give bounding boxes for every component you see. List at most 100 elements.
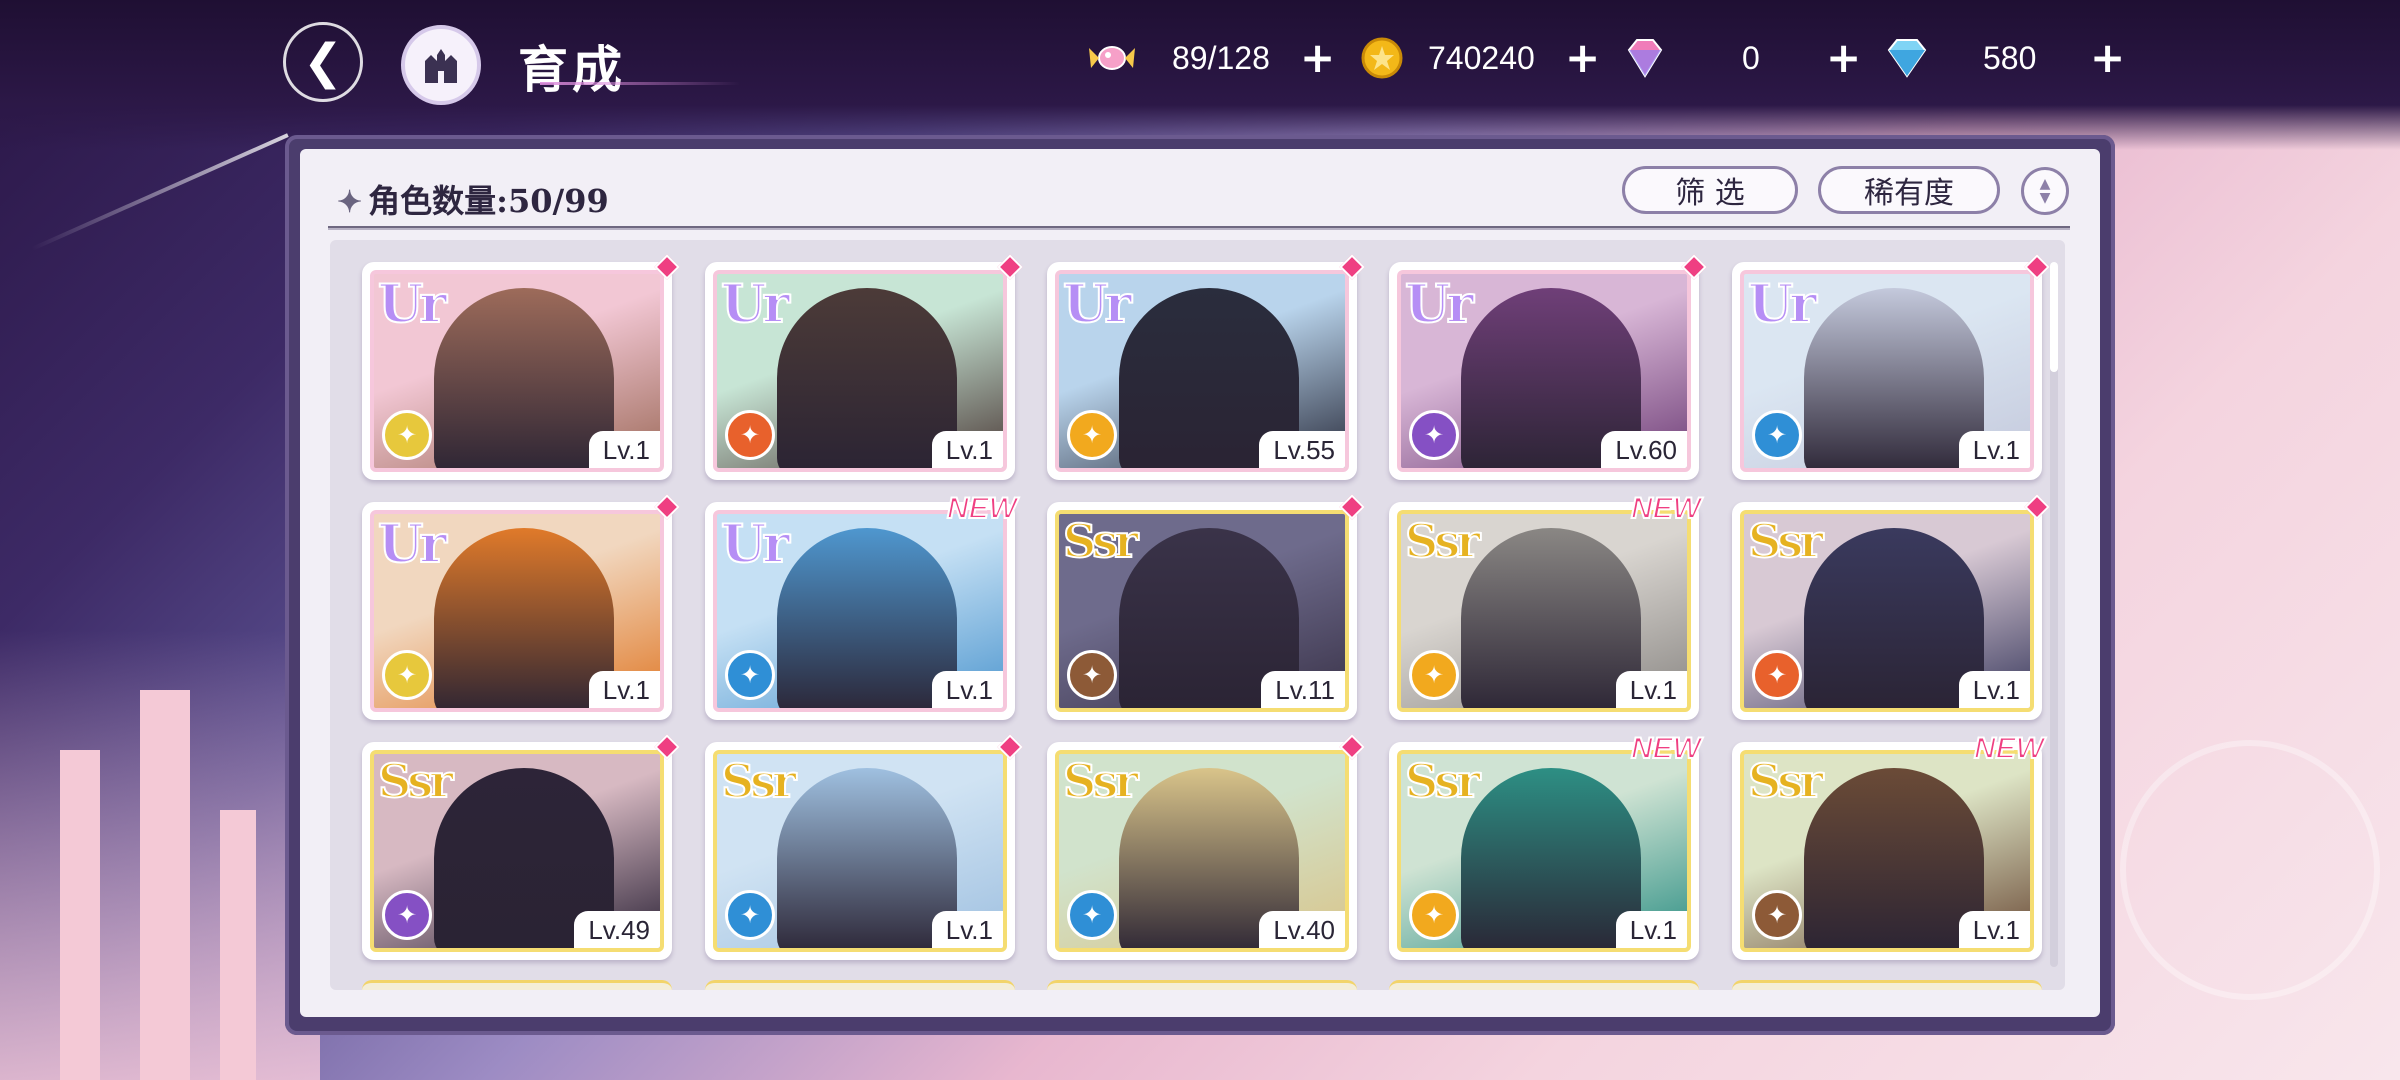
back-button[interactable]: ❮ <box>283 22 363 102</box>
add-pink-gem-button[interactable]: + <box>1826 30 1861 86</box>
level-label: Lv.1 <box>931 671 1003 708</box>
character-portrait <box>434 288 614 468</box>
sparkle-icon: ✦ <box>337 185 363 220</box>
class-icon: ✦ <box>725 410 775 460</box>
add-diamond-button[interactable]: + <box>2090 30 2125 86</box>
character-card[interactable]: Ssr ✦ Lv.1 NEW <box>1389 731 1702 960</box>
sort-down-icon: ▼ <box>2039 190 2051 206</box>
character-card[interactable]: Ssr ✦ Lv.40 <box>1047 734 1365 960</box>
class-icon: ✦ <box>1409 650 1459 700</box>
character-card[interactable]: Ssr ✦ Lv.11 <box>1047 494 1365 720</box>
class-icon: ✦ <box>725 890 775 940</box>
rarity-badge: Ur <box>377 274 448 336</box>
character-art: Ur ✦ Lv.1 <box>1740 270 2034 472</box>
character-portrait <box>1461 768 1641 948</box>
next-row-card[interactable] <box>705 980 1015 990</box>
class-icon: ✦ <box>382 890 432 940</box>
character-card[interactable]: Ur ✦ Lv.1 NEW <box>705 491 1018 720</box>
level-label: Lv.1 <box>588 431 660 468</box>
new-badge: NEW <box>1630 491 1702 526</box>
level-label: Lv.49 <box>574 911 660 948</box>
level-label: Lv.1 <box>588 671 660 708</box>
rarity-badge: Ur <box>720 274 791 336</box>
character-art: Ssr ✦ Lv.1 <box>1397 510 1691 712</box>
rarity-badge: Ur <box>1747 274 1818 336</box>
gold-count: 740240 <box>1428 39 1535 76</box>
filter-button[interactable]: 筛 选 <box>1622 166 1798 214</box>
next-row-card[interactable] <box>1047 980 1357 990</box>
add-gold-button[interactable]: + <box>1565 30 1600 86</box>
rarity-badge: Ur <box>1404 274 1475 336</box>
character-art: Ur ✦ Lv.60 <box>1397 270 1691 472</box>
level-label: Lv.1 <box>1615 671 1687 708</box>
new-badge: NEW <box>1630 731 1702 766</box>
character-card[interactable]: Ur ✦ Lv.60 <box>1389 254 1707 480</box>
new-badge: NEW <box>1973 731 2045 766</box>
character-card[interactable]: Ur ✦ Lv.1 <box>1732 254 2050 480</box>
level-label: Lv.1 <box>931 431 1003 468</box>
rarity-badge: Ssr <box>1404 754 1481 809</box>
class-icon: ✦ <box>1067 650 1117 700</box>
ferris-wheel-background <box>2120 740 2380 1000</box>
character-card[interactable]: Ur ✦ Lv.1 <box>362 494 680 720</box>
character-art: Ssr ✦ Lv.1 <box>1740 510 2034 712</box>
level-label: Lv.1 <box>1615 911 1687 948</box>
character-portrait <box>1804 768 1984 948</box>
rarity-badge: Ur <box>1062 274 1133 336</box>
character-art: Ssr ✦ Lv.1 <box>1397 750 1691 952</box>
candy-count: 89/128 <box>1172 39 1270 76</box>
level-label: Lv.60 <box>1601 431 1687 468</box>
rarity-badge: Ssr <box>377 754 454 809</box>
level-label: Lv.1 <box>1958 911 2030 948</box>
next-row-card[interactable] <box>1732 980 2042 990</box>
level-label: Lv.55 <box>1259 431 1345 468</box>
character-card[interactable]: Ur ✦ Lv.1 <box>705 254 1023 480</box>
blue-diamond-icon <box>1887 39 1927 78</box>
pink-gem-icon <box>1627 39 1663 78</box>
rarity-badge: Ur <box>720 514 791 576</box>
home-button[interactable] <box>401 25 481 105</box>
character-art: Ur ✦ Lv.55 <box>1055 270 1349 472</box>
level-label: Lv.1 <box>931 911 1003 948</box>
page-title: 育成 <box>518 40 626 99</box>
class-icon: ✦ <box>725 650 775 700</box>
character-portrait <box>434 528 614 708</box>
shooting-star-decoration <box>31 133 289 251</box>
back-arrow-icon: ❮ <box>302 34 344 90</box>
rarity-badge: Ssr <box>1404 514 1481 569</box>
level-label: Lv.1 <box>1958 431 2030 468</box>
sort-order-button[interactable]: ▲ ▼ <box>2021 167 2069 215</box>
character-art: Ssr ✦ Lv.49 <box>370 750 664 952</box>
character-card[interactable]: Ssr ✦ Lv.1 NEW <box>1389 491 1702 720</box>
scrollbar-thumb[interactable] <box>2050 262 2058 372</box>
character-card[interactable]: Ssr ✦ Lv.1 NEW <box>1732 731 2045 960</box>
character-card[interactable]: Ur ✦ Lv.1 <box>362 254 680 480</box>
gold-coin-icon <box>1361 37 1403 79</box>
rarity-badge: Ssr <box>1062 514 1139 569</box>
character-card[interactable]: Ssr ✦ Lv.49 <box>362 734 680 960</box>
level-label: Lv.1 <box>1958 671 2030 708</box>
character-card[interactable]: Ssr ✦ Lv.1 <box>705 734 1023 960</box>
character-art: Ur ✦ Lv.1 <box>370 270 664 472</box>
character-art: Ur ✦ Lv.1 <box>713 510 1007 712</box>
candy-icon <box>1089 46 1135 70</box>
next-row-card[interactable] <box>1389 980 1699 990</box>
castle-background <box>0 630 320 1080</box>
character-art: Ssr ✦ Lv.11 <box>1055 510 1349 712</box>
character-portrait <box>1804 288 1984 468</box>
grid-scrollbar[interactable] <box>2050 262 2058 967</box>
character-card[interactable]: Ssr ✦ Lv.1 <box>1732 494 2050 720</box>
header-divider <box>328 226 2070 230</box>
character-portrait <box>1461 528 1641 708</box>
class-icon: ✦ <box>1067 410 1117 460</box>
character-art: Ur ✦ Lv.1 <box>370 510 664 712</box>
character-count-label: 角色数量: <box>368 182 508 220</box>
character-art: Ssr ✦ Lv.1 <box>713 750 1007 952</box>
character-card[interactable]: Ur ✦ Lv.55 <box>1047 254 1365 480</box>
next-row-card[interactable] <box>362 980 672 990</box>
rarity-sort-button[interactable]: 稀有度 <box>1818 166 2000 214</box>
title-flourish-decoration <box>540 82 740 85</box>
add-candy-button[interactable]: + <box>1300 30 1335 86</box>
character-art: Ur ✦ Lv.1 <box>713 270 1007 472</box>
rarity-badge: Ssr <box>1747 514 1824 569</box>
